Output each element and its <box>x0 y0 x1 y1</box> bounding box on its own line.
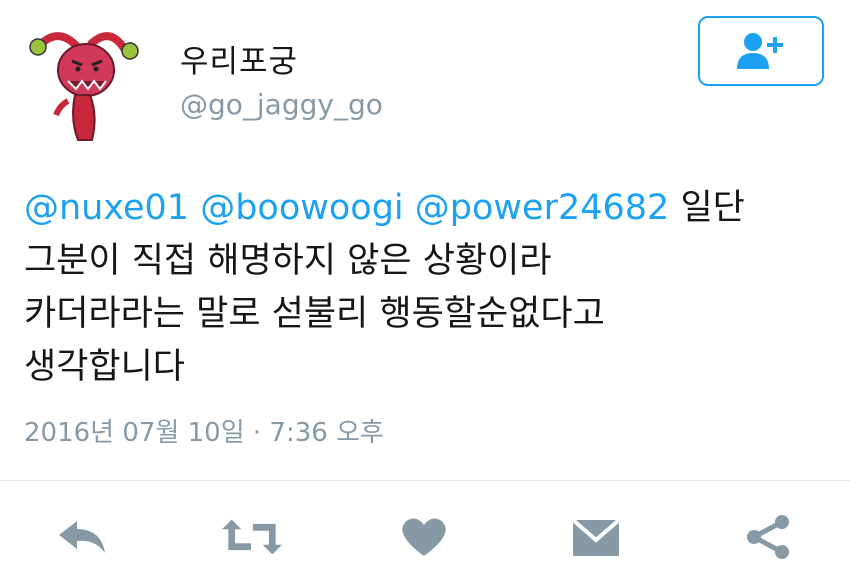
display-name[interactable]: 우리포궁 <box>180 36 298 81</box>
retweet-button[interactable] <box>222 512 282 562</box>
tweet-line-2: 그분이 직접 해명하지 않은 상황이라 <box>24 241 552 281</box>
user-handle[interactable]: @go_jaggy_go <box>180 88 383 121</box>
mention-link[interactable]: @power24682 <box>415 188 670 228</box>
message-button[interactable] <box>566 512 626 562</box>
tweet-line-3: 카더라라는 말로 섣불리 행동할순없다고 <box>24 294 605 334</box>
mention-link[interactable]: @boowoogi <box>200 188 403 228</box>
reply-button[interactable] <box>52 512 112 562</box>
share-icon <box>747 515 789 559</box>
tweet-line-1: @nuxe01 @boowoogi @power24682 일단 <box>24 182 824 235</box>
divider <box>0 480 850 481</box>
tweet-timestamp[interactable]: 2016년 07월 10일 · 7:36 오후 <box>24 412 384 449</box>
tweet-line-4: 생각합니다 <box>24 347 186 387</box>
message-envelope-icon <box>571 518 621 556</box>
jester-avatar-icon <box>29 32 139 141</box>
avatar[interactable] <box>20 15 150 145</box>
reply-icon <box>59 521 105 553</box>
follow-button[interactable] <box>698 16 824 86</box>
like-button[interactable] <box>394 512 454 562</box>
retweet-icon <box>222 519 282 555</box>
like-heart-icon <box>402 518 446 556</box>
share-button[interactable] <box>738 512 798 562</box>
tweet-text: @nuxe01 @boowoogi @power24682 일단 그분이 직접 … <box>24 182 824 394</box>
mention-link[interactable]: @nuxe01 <box>24 188 189 228</box>
follow-user-plus-icon <box>737 33 783 69</box>
tweet-text-segment: 일단 <box>680 188 745 228</box>
